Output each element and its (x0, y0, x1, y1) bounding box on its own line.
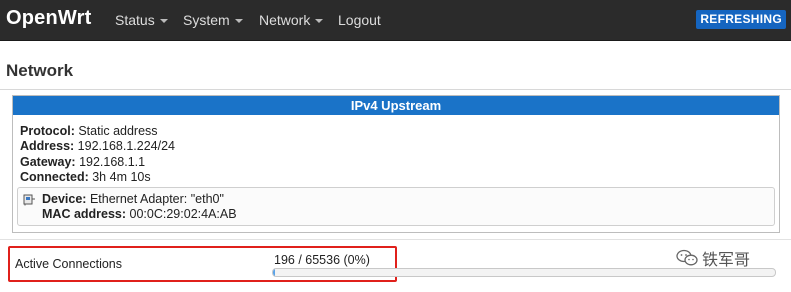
menu-logout[interactable]: Logout (338, 12, 381, 28)
brand-logo[interactable]: OpenWrt (6, 7, 91, 30)
refreshing-toggle[interactable]: REFRESHING (696, 10, 786, 29)
title-divider (0, 89, 791, 90)
menu-status-label: Status (115, 12, 155, 28)
ipv4-upstream-panel: IPv4 Upstream Protocol: Static address A… (12, 95, 780, 233)
connections-progress-bar (272, 268, 776, 277)
menu-system-label: System (183, 12, 230, 28)
menu-system[interactable]: System (183, 12, 243, 28)
device-info-box: Device: Ethernet Adapter: "eth0" MAC add… (17, 187, 775, 226)
active-connections-value: 196 / 65536 (0%) (274, 253, 370, 267)
mac-row: MAC address: 00:0C:29:02:4A:AB (42, 207, 237, 221)
chevron-down-icon (315, 19, 324, 24)
wechat-icon (676, 249, 698, 266)
watermark: 铁军哥 (676, 247, 750, 269)
protocol-value: Static address (78, 124, 158, 138)
page-title: Network (6, 61, 74, 80)
protocol-label: Protocol: (20, 124, 75, 138)
progress-fill (273, 269, 275, 276)
connected-value: 3h 4m 10s (92, 170, 151, 184)
device-value: Ethernet Adapter: "eth0" (89, 192, 224, 206)
protocol-row: Protocol: Static address (20, 124, 158, 138)
connected-row: Connected: 3h 4m 10s (20, 170, 151, 184)
section-divider (0, 239, 791, 240)
chevron-down-icon (234, 19, 243, 24)
panel-header: IPv4 Upstream (13, 96, 779, 115)
connected-label: Connected: (20, 170, 89, 184)
watermark-text: 铁军哥 (702, 252, 751, 269)
mac-value: 00:0C:29:02:4A:AB (129, 207, 237, 221)
address-label: Address: (20, 139, 75, 153)
mac-label: MAC address: (42, 207, 127, 221)
menu-network[interactable]: Network (259, 12, 324, 28)
ethernet-port-icon (23, 194, 35, 206)
chevron-down-icon (159, 19, 168, 24)
menu-network-label: Network (259, 12, 311, 28)
device-label: Device: (42, 192, 87, 206)
device-row: Device: Ethernet Adapter: "eth0" (42, 192, 224, 206)
menu-status[interactable]: Status (115, 12, 168, 28)
gateway-value: 192.168.1.1 (79, 155, 146, 169)
address-row: Address: 192.168.1.224/24 (20, 139, 175, 153)
active-connections-label: Active Connections (15, 257, 123, 271)
gateway-label: Gateway: (20, 155, 76, 169)
address-value: 192.168.1.224/24 (77, 139, 175, 153)
top-navbar: OpenWrt Status System Network Logout REF… (0, 0, 791, 41)
gateway-row: Gateway: 192.168.1.1 (20, 155, 145, 169)
